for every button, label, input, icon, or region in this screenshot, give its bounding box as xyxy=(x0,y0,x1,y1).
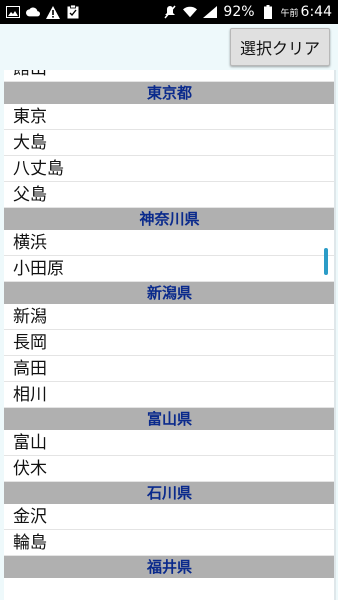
list-item[interactable]: 金沢 xyxy=(4,504,335,530)
list-edge xyxy=(334,70,336,600)
toolbar: 選択クリア xyxy=(0,24,338,70)
cloud-icon xyxy=(26,5,40,19)
list-item[interactable]: 相川 xyxy=(4,382,335,408)
clear-selection-button[interactable]: 選択クリア xyxy=(230,28,330,66)
mute-icon xyxy=(163,5,177,19)
wifi-icon xyxy=(183,5,198,19)
status-bar: 92% 午前 6:44 xyxy=(0,0,338,24)
notification-icons xyxy=(6,5,80,19)
section-header: 福井県 xyxy=(4,556,335,578)
list-item[interactable]: 輪島 xyxy=(4,530,335,556)
city-list-content: 館山 東京都 東京 大島 八丈島 父島 神奈川県 横浜 小田原 新潟県 新潟 長… xyxy=(4,70,335,578)
signal-icon xyxy=(203,5,218,19)
clipboard-icon xyxy=(66,5,80,19)
time-text: 6:44 xyxy=(300,4,332,20)
battery-percent: 92% xyxy=(223,4,255,20)
list-item[interactable]: 父島 xyxy=(4,182,335,208)
list-item[interactable]: 新潟 xyxy=(4,304,335,330)
system-status: 92% 午前 6:44 xyxy=(163,5,332,19)
city-list[interactable]: 館山 東京都 東京 大島 八丈島 父島 神奈川県 横浜 小田原 新潟県 新潟 長… xyxy=(4,70,335,600)
scrollbar-thumb[interactable] xyxy=(324,248,328,275)
list-item[interactable]: 館山 xyxy=(4,70,335,82)
time-prefix: 午前 xyxy=(280,9,299,19)
section-header: 東京都 xyxy=(4,82,335,104)
battery-icon xyxy=(261,5,275,19)
list-item[interactable]: 長岡 xyxy=(4,330,335,356)
section-header: 新潟県 xyxy=(4,282,335,304)
list-item[interactable]: 大島 xyxy=(4,130,335,156)
list-item[interactable]: 富山 xyxy=(4,430,335,456)
section-header: 神奈川県 xyxy=(4,208,335,230)
warning-icon xyxy=(46,5,60,19)
list-item[interactable]: 小田原 xyxy=(4,256,335,282)
section-header: 石川県 xyxy=(4,482,335,504)
list-item[interactable]: 横浜 xyxy=(4,230,335,256)
image-icon xyxy=(6,5,20,19)
section-header: 富山県 xyxy=(4,408,335,430)
list-item[interactable]: 高田 xyxy=(4,356,335,382)
list-item[interactable]: 東京 xyxy=(4,104,335,130)
list-item[interactable]: 八丈島 xyxy=(4,156,335,182)
clock: 午前 6:44 xyxy=(281,5,332,19)
list-item[interactable]: 伏木 xyxy=(4,456,335,482)
